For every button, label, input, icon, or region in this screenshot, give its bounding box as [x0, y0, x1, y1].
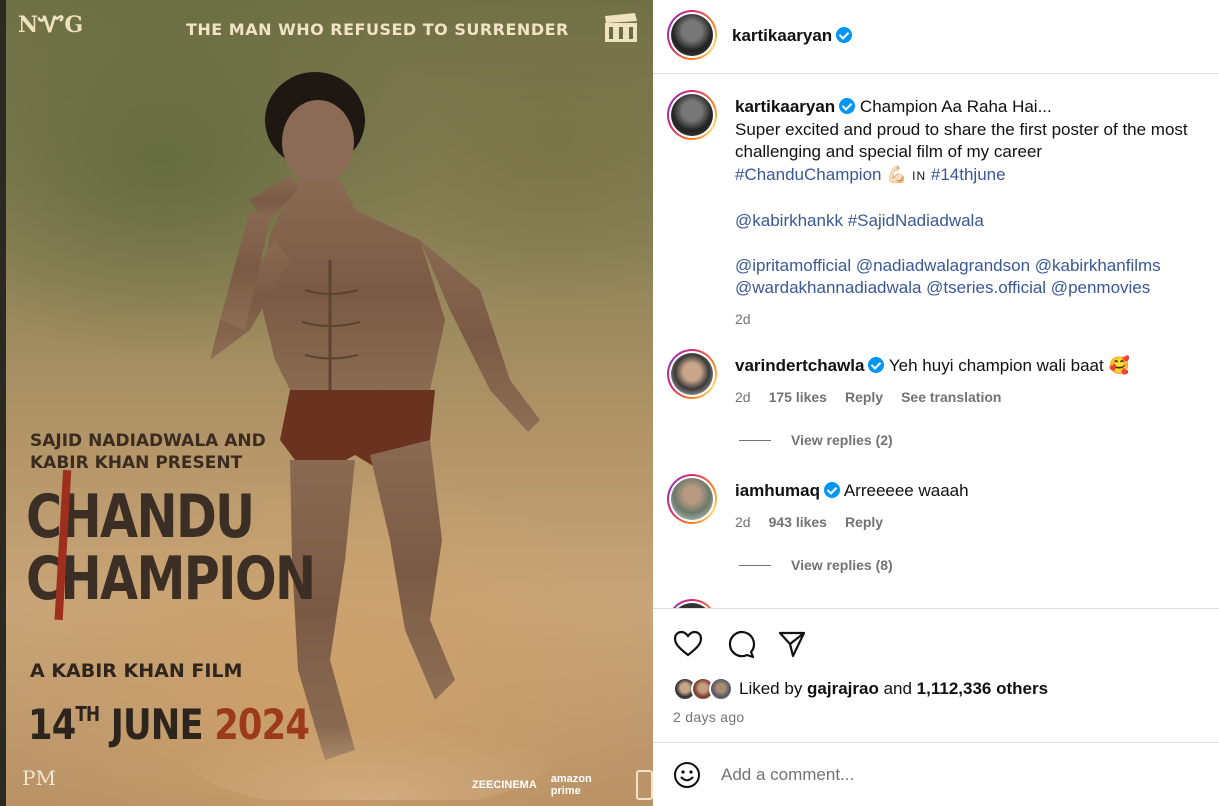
caption-meta: 2d — [735, 308, 1215, 331]
action-icons — [673, 629, 807, 659]
post-side-panel: kartikaaryan kartikaaryan Champion Aa Ra… — [653, 0, 1219, 806]
comment-meta: 2d 943 likes Reply — [735, 511, 1215, 534]
commenter-avatar[interactable] — [667, 599, 717, 608]
verified-badge-icon — [839, 98, 856, 114]
reply-button[interactable]: Reply — [845, 386, 883, 409]
caption-body: kartikaaryan Champion Aa Raha Hai... Sup… — [735, 96, 1215, 330]
comment-time[interactable]: 2d — [735, 511, 751, 534]
commenter-username[interactable]: varindertchawla — [735, 356, 864, 375]
commenter-username[interactable]: iamhumaq — [735, 481, 820, 500]
hashtag-14thjune[interactable]: #14thjune — [931, 165, 1006, 184]
replies-divider — [739, 564, 771, 566]
reply-button[interactable]: Reply — [845, 511, 883, 534]
release-month: JUNE — [99, 700, 215, 749]
liker-avatar — [709, 677, 733, 701]
amazon-prime-logo: amazon prime — [550, 773, 592, 797]
comment-text: Arreeeee waaah — [843, 481, 969, 500]
see-translation-button[interactable]: See translation — [901, 386, 1001, 409]
comment-meta: 2d 175 likes Reply See translation — [735, 386, 1215, 409]
caption-mentions-1[interactable]: @kabirkhankk #SajidNadiadwala — [735, 210, 1215, 233]
like-heart-icon[interactable] — [673, 629, 703, 659]
view-replies-button[interactable]: View replies (8) — [739, 557, 893, 573]
comments-list[interactable]: kartikaaryan Champion Aa Raha Hai... Sup… — [653, 75, 1219, 608]
production-logo: PM — [22, 766, 56, 790]
poster-tagline: THE MAN WHO REFUSED TO SURRENDER — [186, 20, 569, 39]
hashtag-chanduchampion[interactable]: #ChanduChampion — [735, 165, 882, 184]
caption-username[interactable]: kartikaaryan — [735, 97, 835, 116]
flexed-biceps-emoji: 💪🏻 — [886, 164, 908, 184]
clapperboard-logo-icon — [605, 13, 637, 42]
caption-line-1: Champion Aa Raha Hai... — [859, 97, 1052, 116]
poster-film-credit: A KABIR KHAN FILM — [30, 660, 243, 682]
post-image[interactable]: NᏉG THE MAN WHO REFUSED TO SURRENDER SAJ… — [0, 0, 653, 806]
comment-likes[interactable]: 943 likes — [769, 511, 827, 534]
liked-by-and: and — [878, 679, 917, 698]
caption-time[interactable]: 2d — [735, 308, 751, 331]
author-avatar[interactable] — [667, 10, 717, 60]
release-day: 14 — [28, 700, 76, 749]
caption-mentions-2[interactable]: @ipritamofficial @nadiadwalagrandson @ka… — [735, 255, 1215, 300]
post-actions: Liked by gajrajrao and 1,112,336 others … — [653, 608, 1219, 743]
author-username-text[interactable]: kartikaaryan — [732, 26, 832, 45]
caption-in-text: IN — [912, 168, 927, 183]
image-edge — [0, 0, 6, 806]
liker-avatars[interactable] — [673, 677, 733, 701]
verified-badge-icon — [824, 482, 841, 498]
view-replies-button[interactable]: View replies (2) — [739, 432, 893, 448]
commenter-avatar[interactable] — [667, 474, 717, 524]
release-day-suffix: TH — [75, 702, 100, 726]
brand-logo: NᏉG — [18, 12, 84, 38]
replies-divider — [739, 439, 771, 441]
post-time[interactable]: 2 days ago — [673, 709, 745, 725]
poster-release-date: 14TH JUNE 2024 — [28, 700, 310, 749]
post-header: kartikaaryan — [653, 0, 1219, 74]
comment-input[interactable] — [721, 758, 1191, 792]
liked-by: Liked by gajrajrao and 1,112,336 others — [673, 677, 1048, 701]
poster-title-line-2: CHAMPION — [26, 544, 316, 614]
add-comment-bar — [653, 744, 1219, 806]
view-replies-label[interactable]: View replies (2) — [791, 432, 893, 448]
share-send-icon[interactable] — [777, 629, 807, 659]
comment-time[interactable]: 2d — [735, 386, 751, 409]
zee-cinema-logo: ZEECINEMA — [472, 779, 537, 791]
commenter-avatar[interactable] — [667, 349, 717, 399]
poster-title: CHANDU CHAMPION — [26, 469, 316, 621]
liked-by-prefix: Liked by — [739, 679, 808, 698]
tseries-logo-icon — [635, 770, 653, 800]
partner-logos: ZEECINEMA amazon prime — [472, 770, 653, 800]
verified-badge-icon — [836, 27, 853, 43]
emoji-picker-icon[interactable] — [673, 761, 701, 789]
caption-avatar[interactable] — [667, 90, 717, 140]
comment-body: varindertchawla Yeh huyi champion wali b… — [735, 355, 1215, 408]
view-replies-label[interactable]: View replies (8) — [791, 557, 893, 573]
caption-line-2: Super excited and proud to share the fir… — [735, 119, 1188, 162]
liked-by-user[interactable]: gajrajrao — [807, 679, 879, 699]
comment-text: Yeh huyi champion wali baat 🥰 — [888, 356, 1130, 375]
liked-by-count[interactable]: 1,112,336 others — [917, 679, 1048, 699]
verified-badge-icon — [868, 357, 885, 373]
comment-bubble-icon[interactable] — [725, 629, 755, 659]
poster-presenters: SAJID NADIADWALA AND KABIR KHAN PRESENT — [30, 431, 266, 473]
comment-body: iamhumaq Arreeeee waaah 2d 943 likes Rep… — [735, 480, 1215, 533]
release-year: 2024 — [214, 700, 310, 749]
author-username[interactable]: kartikaaryan — [732, 26, 853, 46]
comment-likes[interactable]: 175 likes — [769, 386, 827, 409]
